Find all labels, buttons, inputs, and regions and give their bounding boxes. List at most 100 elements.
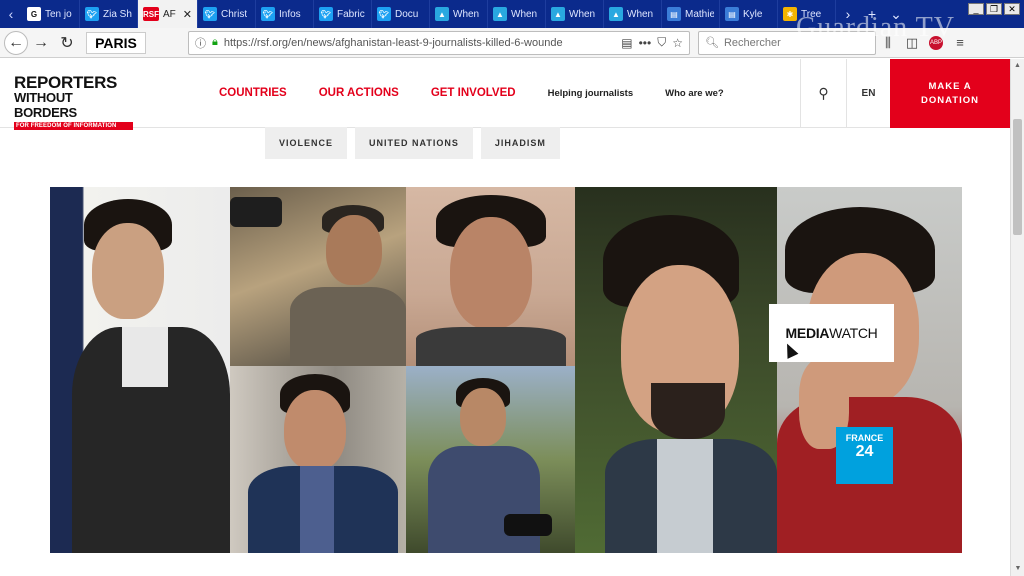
pocket-icon[interactable]: ⛉ <box>657 35 666 50</box>
tab-favicon-icon: ▲ <box>435 7 449 21</box>
browser-tab[interactable]: 🐦︎ Zia Sh <box>80 0 138 28</box>
minimize-icon[interactable]: _ <box>968 3 984 15</box>
photo-detail <box>284 390 346 470</box>
donate-label-2: DONATION <box>921 94 979 106</box>
photo-detail <box>450 217 532 329</box>
browser-tab[interactable]: ▲ When <box>430 0 488 28</box>
reader-view-icon[interactable]: ▤ <box>621 36 632 50</box>
tab-title: When <box>453 8 480 20</box>
scrollbar-thumb[interactable] <box>1013 119 1022 235</box>
donate-label-1: MAKE A <box>928 80 972 92</box>
lock-icon: 🔒︎ <box>212 36 218 48</box>
nav-countries[interactable]: COUNTRIES <box>219 87 287 99</box>
browser-tab[interactable]: RSF AF ✕ <box>138 0 198 28</box>
paris-badge: PARIS <box>86 31 146 54</box>
tab-scroll-left-icon[interactable]: ‹ <box>0 0 22 28</box>
scroll-down-icon[interactable]: ▼ <box>1011 562 1024 576</box>
browser-tab[interactable]: 🐦︎ Fabric <box>314 0 372 28</box>
france24-logo: FRANCE 24 <box>836 427 893 484</box>
browser-tab[interactable]: ▲ When <box>604 0 662 28</box>
site-header: REPORTERS WITHOUT BORDERS FOR FREEDOM OF… <box>0 59 1010 130</box>
mediawatch-label-a: MEDIA <box>785 325 830 341</box>
tab-favicon-icon: RSF <box>143 7 159 21</box>
scroll-up-icon[interactable]: ▲ <box>1011 59 1024 73</box>
tab-favicon-icon: ▲ <box>609 7 623 21</box>
main-nav: COUNTRIES OUR ACTIONS GET INVOLVED Helpi… <box>219 87 756 99</box>
browser-tab[interactable]: ▤ Mathie <box>662 0 720 28</box>
journalist-photo-7 <box>777 187 962 553</box>
close-window-icon[interactable]: ✕ <box>1004 3 1020 15</box>
journalist-photo-6 <box>575 187 777 553</box>
photo-detail <box>290 287 406 366</box>
url-text[interactable]: https://rsf.org/en/news/afghanistan-leas… <box>224 37 615 49</box>
logo-tagline: FOR FREEDOM OF INFORMATION <box>14 122 133 130</box>
web-page: REPORTERS WITHOUT BORDERS FOR FREEDOM OF… <box>0 59 1010 576</box>
nav-helping-journalists[interactable]: Helping journalists <box>548 88 634 99</box>
browser-tab[interactable]: G Ten jo <box>22 0 80 28</box>
info-icon[interactable]: ⓘ <box>195 35 206 51</box>
tab-title: AF <box>163 8 176 20</box>
tab-favicon-icon: ✱ <box>783 7 797 21</box>
forward-button[interactable]: → <box>28 30 54 56</box>
tab-favicon-icon: 🐦︎ <box>203 7 217 21</box>
photo-detail <box>230 197 282 227</box>
tab-title: Kyle <box>743 8 763 20</box>
logo-line-2: WITHOUT BORDERS <box>14 90 77 120</box>
browser-tab[interactable]: 🐦︎ Christ <box>198 0 256 28</box>
tab-favicon-icon: ▤ <box>725 7 739 21</box>
mediawatch-label-b: WATCH <box>829 325 878 341</box>
tab-favicon-icon: 🐦︎ <box>85 7 99 21</box>
page-actions-icon[interactable]: ••• <box>639 36 652 50</box>
tab-favicon-icon: ▤ <box>667 7 681 21</box>
tag-violence[interactable]: VIOLENCE <box>265 127 348 159</box>
france24-number: 24 <box>855 443 874 460</box>
journalists-photo-collage <box>50 187 962 553</box>
search-icon: 🔍︎ <box>705 37 719 49</box>
bookmark-star-icon[interactable]: ☆ <box>672 36 683 50</box>
tab-favicon-icon: 🐦︎ <box>261 7 275 21</box>
tab-title: Zia Sh <box>103 8 132 20</box>
rsf-logo[interactable]: REPORTERS WITHOUT BORDERS FOR FREEDOM OF… <box>14 73 136 130</box>
tab-favicon-icon: 🐦︎ <box>377 7 391 21</box>
journalist-photo-2 <box>230 187 406 366</box>
logo-line-1: REPORTERS <box>14 73 118 92</box>
site-search-icon[interactable]: ⚲ <box>800 59 846 128</box>
nav-who-are-we[interactable]: Who are we? <box>665 88 724 99</box>
search-placeholder: Rechercher <box>723 36 781 49</box>
tag-united-nations[interactable]: UNITED NATIONS <box>355 127 473 159</box>
close-tab-icon[interactable]: ✕ <box>183 8 192 21</box>
photo-detail <box>460 388 506 446</box>
browser-tab[interactable]: ▲ When <box>488 0 546 28</box>
photo-detail <box>92 223 164 319</box>
tab-title: Ten jo <box>45 8 72 20</box>
url-bar[interactable]: ⓘ 🔒︎ https://rsf.org/en/news/afghanistan… <box>188 30 690 55</box>
tab-title: Mathie <box>685 8 714 20</box>
restore-icon[interactable]: ❐ <box>986 3 1002 15</box>
nav-our-actions[interactable]: OUR ACTIONS <box>319 87 399 99</box>
tag-jihadism[interactable]: JIHADISM <box>480 127 560 159</box>
tab-title: Docu <box>395 8 419 20</box>
tab-title: Infos <box>279 8 301 20</box>
tab-title: When <box>511 8 538 20</box>
tab-title: When <box>569 8 596 20</box>
tab-favicon-icon: 🐦︎ <box>319 7 333 21</box>
browser-tab[interactable]: ▤ Kyle <box>720 0 778 28</box>
tab-list: G Ten jo 🐦︎ Zia Sh RSF AF ✕ 🐦︎ Christ 🐦︎ Infos 🐦︎ Fa… <box>22 0 836 28</box>
reload-button[interactable]: ↻ <box>54 30 80 56</box>
browser-tab[interactable]: ▲ When <box>546 0 604 28</box>
photo-detail <box>428 446 540 553</box>
window-controls: _ ❐ ✕ <box>968 3 1020 15</box>
tab-favicon-icon: ▲ <box>551 7 565 21</box>
donate-button[interactable]: MAKE A DONATION <box>890 59 1010 128</box>
journalist-photo-3 <box>406 187 575 366</box>
tab-favicon-icon: G <box>27 7 41 21</box>
browser-tab[interactable]: 🐦︎ Infos <box>256 0 314 28</box>
nav-get-involved[interactable]: GET INVOLVED <box>431 87 516 99</box>
watermark-logo: Guardian TV <box>796 12 955 43</box>
page-scrollbar[interactable]: ▲ ▼ <box>1010 59 1024 576</box>
journalist-photo-1 <box>50 187 230 553</box>
back-button[interactable]: ← <box>4 30 28 55</box>
browser-tab[interactable]: 🐦︎ Docu <box>372 0 430 28</box>
language-selector[interactable]: EN <box>846 59 890 128</box>
photo-detail <box>416 327 566 366</box>
